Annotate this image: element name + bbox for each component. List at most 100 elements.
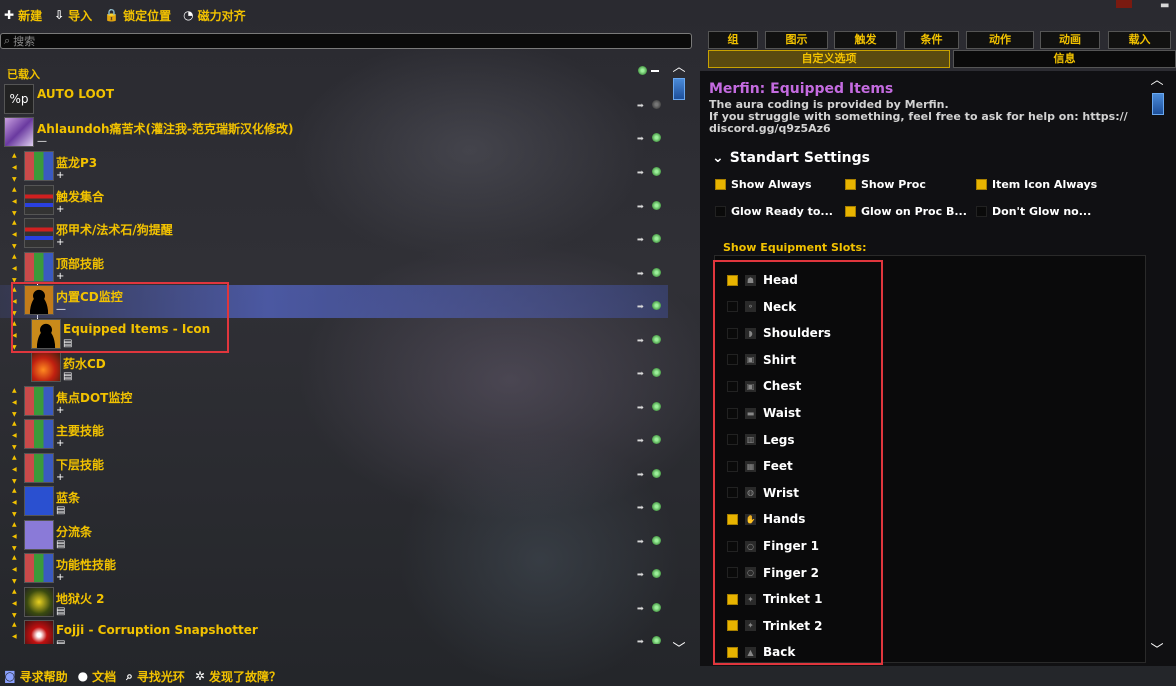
show-all-icon[interactable] [638, 66, 647, 75]
scroll-up-icon[interactable]: ︿ [670, 60, 688, 76]
loaded-status-icon[interactable] [652, 569, 661, 578]
tab-animations[interactable]: 动画 [1040, 31, 1100, 49]
collapse-all-icon[interactable] [651, 69, 659, 72]
tab-group[interactable]: 组 [708, 31, 758, 49]
aura-type-icon[interactable] [37, 104, 46, 113]
new-button[interactable]: ✚ 新建 [4, 7, 42, 24]
scroll-down-icon[interactable]: ﹀ [1148, 643, 1166, 659]
aura-thumbnail[interactable] [24, 587, 54, 617]
aura-thumbnail[interactable] [24, 252, 54, 282]
aura-thumbnail[interactable] [24, 553, 54, 583]
close-icon[interactable]: ▬ [1160, 0, 1169, 11]
option-glow-on-proc[interactable]: Glow on Proc B... [845, 205, 967, 218]
aura-thumbnail[interactable] [24, 620, 54, 644]
aura-type-icon[interactable]: ▤ [63, 372, 72, 382]
loaded-status-icon[interactable] [652, 234, 661, 243]
loaded-status-icon[interactable] [652, 201, 661, 210]
panel-scrollbar[interactable]: ︿ ﹀ [1148, 71, 1170, 663]
scroll-up-icon[interactable]: ︿ [1148, 73, 1166, 89]
aura-type-icon[interactable]: + [56, 573, 65, 583]
aura-row-mana-bar[interactable]: ▲ ◀ ▼ 蓝条 ▤ ➡ [0, 486, 668, 519]
report-bug-button[interactable]: ✲ 发现了故障？ [195, 668, 281, 685]
checkbox[interactable] [845, 206, 856, 217]
minimap-icon[interactable] [1116, 0, 1132, 8]
aura-row-lower-skills[interactable]: ▲ ◀ ▼ 下层技能 + ➡ [0, 453, 668, 486]
aura-thumbnail[interactable] [4, 117, 34, 147]
list-scrollbar[interactable]: ︿ ﹀ [670, 58, 690, 662]
move-arrows-icon[interactable]: ▲◀▼ [12, 589, 19, 619]
move-arrows-icon[interactable]: ▲◀▼ [12, 488, 19, 518]
lock-position-button[interactable]: 🔒 锁定位置 [104, 7, 171, 24]
aura-thumbnail[interactable] [24, 520, 54, 550]
aura-thumbnail[interactable] [24, 386, 54, 416]
aura-type-icon[interactable]: ▤ [56, 540, 65, 550]
loaded-status-icon[interactable] [652, 133, 661, 142]
aura-type-icon[interactable]: — [37, 137, 47, 147]
aura-type-icon[interactable]: + [56, 439, 65, 449]
aura-row-life-tap-bar[interactable]: ▲ ◀ ▼ 分流条 ▤ ➡ [0, 520, 668, 553]
move-arrows-icon[interactable]: ▲◀▼ [12, 220, 19, 250]
loaded-status-icon[interactable] [652, 469, 661, 478]
move-arrows-icon[interactable]: ▲◀▼ [12, 388, 19, 418]
import-button[interactable]: ⇩ 导入 [54, 7, 92, 24]
aura-row-fojji-corruption[interactable]: ▲◀▼ Fojji - Corruption Snapshotter ▤ ➡ [0, 620, 668, 644]
loaded-status-icon[interactable] [652, 100, 661, 109]
loaded-status-icon[interactable] [652, 435, 661, 444]
loaded-status-icon[interactable] [652, 536, 661, 545]
option-show-proc[interactable]: Show Proc [845, 178, 926, 191]
aura-row-auto-loot[interactable]: %p AUTO LOOT ➡ [0, 84, 668, 117]
aura-type-icon[interactable]: ▤ [56, 607, 65, 617]
aura-row-trigger-collection[interactable]: ▲ ◀ ▼ 触发集合 + ➡ [0, 185, 668, 218]
move-arrows-icon[interactable]: ▲◀▼ [12, 153, 19, 183]
tab-display[interactable]: 图示 [765, 31, 828, 49]
move-arrows-icon[interactable]: ▲◀▼ [12, 254, 19, 284]
aura-type-icon[interactable]: + [56, 473, 65, 483]
help-button[interactable]: ◙ 寻求帮助 [4, 668, 68, 685]
checkbox[interactable] [976, 206, 987, 217]
aura-row-ahlaundoh-affliction[interactable]: Ahlaundoh痛苦术(灌注我-范克瑞斯汉化修改) — ➡ [0, 117, 668, 150]
loaded-status-icon[interactable] [652, 301, 661, 310]
aura-thumbnail[interactable] [24, 453, 54, 483]
loaded-status-icon[interactable] [652, 402, 661, 411]
loaded-status-icon[interactable] [652, 368, 661, 377]
checkbox[interactable] [845, 179, 856, 190]
aura-type-icon[interactable]: + [56, 406, 65, 416]
aura-thumbnail[interactable] [31, 352, 61, 382]
scroll-thumb[interactable] [673, 78, 685, 100]
option-glow-ready[interactable]: Glow Ready to... [715, 205, 833, 218]
loaded-status-icon[interactable] [652, 636, 661, 644]
aura-thumbnail[interactable]: %p [4, 84, 34, 114]
section-standart-settings[interactable]: ⌄ Standart Settings [712, 150, 870, 166]
aura-thumbnail[interactable] [24, 185, 54, 215]
aura-thumbnail[interactable] [24, 486, 54, 516]
aura-row-focus-dot-monitor[interactable]: ▲ ◀ ▼ 焦点DOT监控 + ➡ [0, 386, 668, 419]
checkbox[interactable] [976, 179, 987, 190]
docs-button[interactable]: ● 文档 [78, 668, 117, 685]
loaded-status-icon[interactable] [652, 167, 661, 176]
aura-row-infernal-2[interactable]: ▲ ◀ ▼ 地狱火 2 ▤ ➡ [0, 587, 668, 620]
move-arrows-icon[interactable]: ▲◀▼ [12, 622, 19, 644]
tab-trigger[interactable]: 触发 [834, 31, 897, 49]
tab-load[interactable]: 载入 [1108, 31, 1171, 49]
aura-type-icon[interactable]: + [56, 171, 65, 181]
option-show-always[interactable]: Show Always [715, 178, 812, 191]
loaded-status-icon[interactable] [652, 603, 661, 612]
option-item-icon-always[interactable]: Item Icon Always [976, 178, 1097, 191]
tab-conditions[interactable]: 条件 [904, 31, 959, 49]
aura-type-icon[interactable]: + [56, 238, 65, 248]
option-dont-glow[interactable]: Don't Glow no... [976, 205, 1091, 218]
aura-row-fel-armor-reminder[interactable]: ▲ ◀ ▼ 邪甲术/法术石/狗提醒 + ➡ [0, 218, 668, 251]
scroll-down-icon[interactable]: ﹀ [670, 642, 688, 658]
aura-type-icon[interactable]: ▤ [56, 640, 65, 645]
aura-thumbnail[interactable] [24, 419, 54, 449]
aura-thumbnail[interactable] [24, 218, 54, 248]
aura-type-icon[interactable]: ▤ [56, 506, 65, 516]
search-input[interactable] [13, 34, 654, 48]
scroll-thumb[interactable] [1152, 93, 1164, 115]
aura-type-icon[interactable]: + [56, 272, 65, 282]
move-arrows-icon[interactable]: ▲◀▼ [12, 187, 19, 217]
checkbox[interactable] [715, 206, 726, 217]
move-arrows-icon[interactable]: ▲◀▼ [12, 522, 19, 552]
aura-row-top-skills[interactable]: ▲ ◀ ▼ 顶部技能 + ➡ [0, 252, 668, 285]
aura-row-main-skills[interactable]: ▲ ◀ ▼ 主要技能 + ➡ [0, 419, 668, 452]
